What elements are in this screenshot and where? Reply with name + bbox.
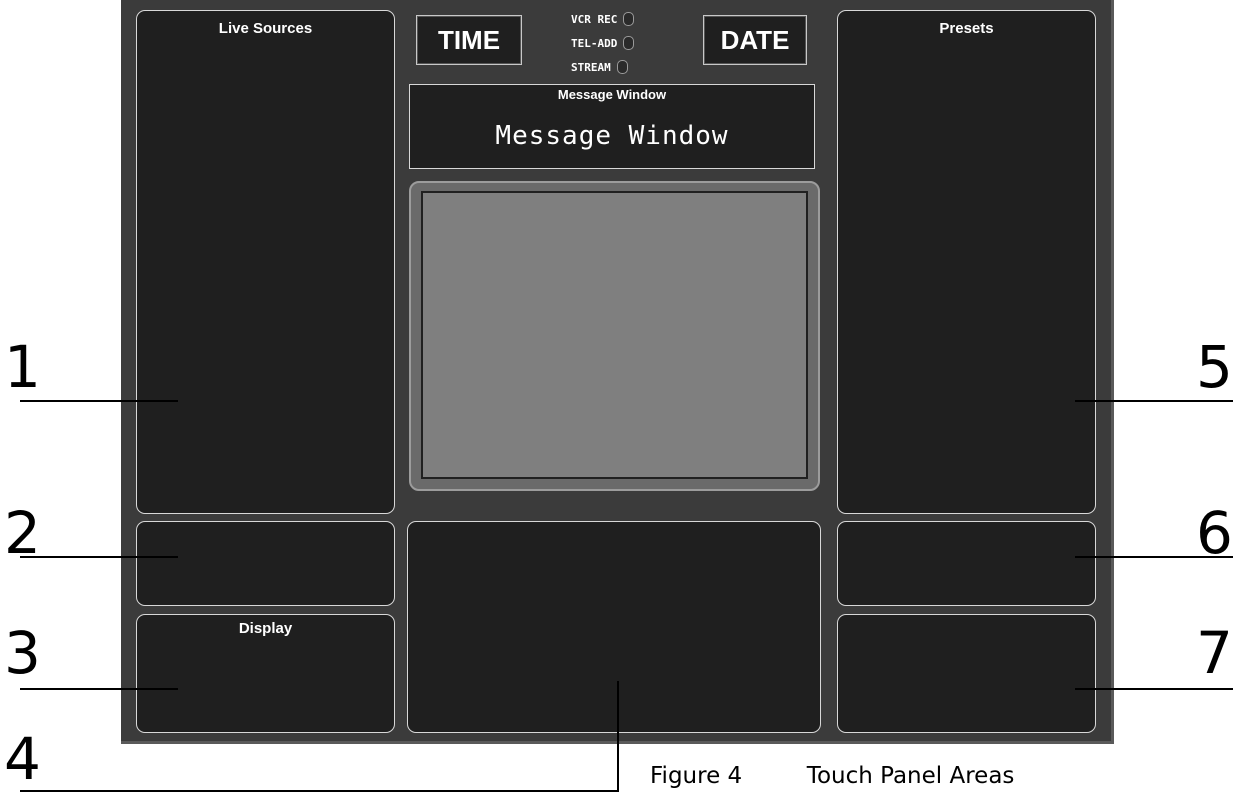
vcr-rec-led-icon: [623, 12, 635, 26]
display-title: Display: [238, 620, 293, 637]
callout-4: 4: [4, 725, 41, 793]
callout-6-line: [1075, 556, 1233, 558]
callout-3: 3: [4, 619, 41, 687]
status-vcr-rec: VCR REC: [571, 10, 635, 28]
figure-number: Figure 4: [650, 763, 743, 789]
live-sources-title: Live Sources: [218, 20, 313, 37]
callout-2-line: [20, 556, 178, 558]
live-sources-area[interactable]: Live Sources: [136, 10, 395, 514]
status-label: TEL-ADD: [571, 36, 618, 50]
status-label: VCR REC: [571, 12, 618, 26]
area-7-panel[interactable]: [837, 614, 1096, 733]
presets-area[interactable]: Presets: [837, 10, 1096, 514]
callout-5-line: [1075, 400, 1233, 402]
time-button[interactable]: TIME: [416, 15, 522, 65]
status-tel-add: TEL-ADD: [571, 34, 635, 52]
figure-caption: Figure 4 Touch Panel Areas: [650, 763, 1014, 789]
message-window-title: Message Window: [557, 87, 667, 102]
callout-5: 5: [1196, 333, 1233, 401]
callout-1: 1: [4, 333, 41, 401]
status-label: STREAM: [571, 60, 611, 74]
display-area[interactable]: Display: [136, 614, 395, 733]
area-2-panel[interactable]: [136, 521, 395, 606]
presets-title: Presets: [939, 20, 994, 37]
video-preview-screen[interactable]: [421, 191, 808, 479]
date-button[interactable]: DATE: [703, 15, 807, 65]
area-4-panel[interactable]: [407, 521, 821, 733]
callout-2: 2: [4, 499, 41, 567]
callout-4-vline: [617, 681, 619, 792]
callout-7: 7: [1196, 619, 1233, 687]
callout-1-line: [20, 400, 178, 402]
stream-led-icon: [616, 60, 628, 74]
callout-6: 6: [1196, 499, 1233, 567]
callout-7-line: [1075, 688, 1233, 690]
callout-4-line: [20, 790, 619, 792]
message-window-text: Message Window: [495, 121, 729, 151]
tel-add-led-icon: [623, 36, 635, 50]
figure-title: Touch Panel Areas: [806, 763, 1015, 789]
callout-3-line: [20, 688, 178, 690]
message-window: Message Window Message Window: [409, 84, 815, 169]
status-stream: STREAM: [571, 58, 628, 76]
video-preview-frame: [409, 181, 820, 491]
area-6-panel[interactable]: [837, 521, 1096, 606]
